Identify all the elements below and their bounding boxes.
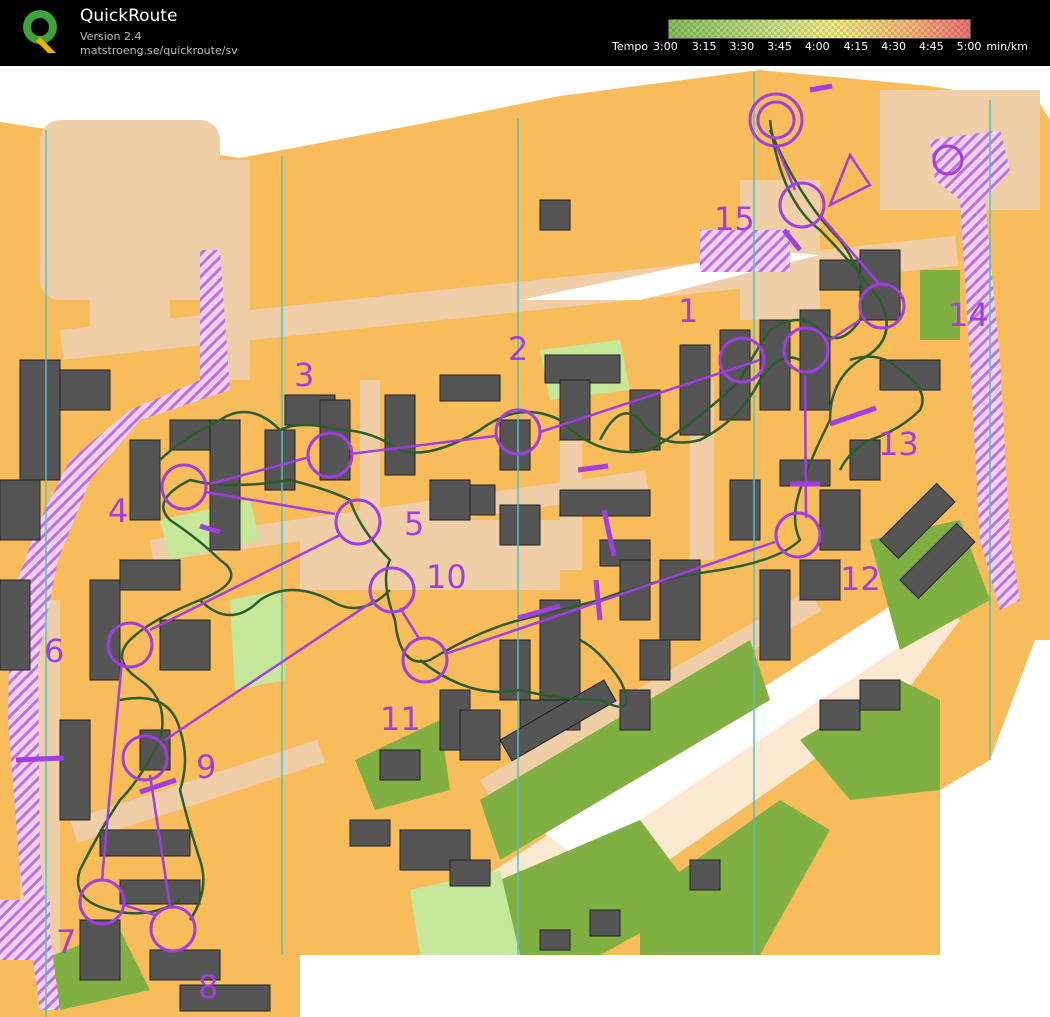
tempo-label: Tempo (612, 40, 649, 53)
control-number-10: 10 (426, 558, 467, 596)
control-number-3: 3 (294, 356, 314, 394)
control-number-5: 5 (404, 505, 424, 543)
tempo-legend: Tempo 3:00 3:15 3:30 3:45 4:00 4:15 4:30 4:45 5:0… (612, 40, 1028, 53)
tempo-tick: 4:15 (843, 40, 869, 53)
tempo-tick: 3:30 (729, 40, 755, 53)
control-number-11: 11 (380, 700, 421, 738)
control-number-8: 8 (198, 968, 218, 1006)
control-number-13: 13 (878, 425, 919, 463)
tempo-tick: 5:00 (956, 40, 982, 53)
tempo-tick: 3:15 (691, 40, 717, 53)
orienteering-map[interactable]: 1 2 3 4 5 6 7 8 9 10 11 12 13 14 15 (0, 66, 1050, 1017)
control-number-7: 7 (56, 923, 76, 961)
control-number-4: 4 (108, 492, 128, 530)
tempo-tick: 3:45 (767, 40, 792, 53)
tempo-tick: 3:00 (653, 40, 678, 53)
tempo-tick: 4:30 (881, 40, 906, 53)
app-title: QuickRoute (80, 6, 178, 26)
control-number-1: 1 (678, 292, 698, 330)
tempo-unit: min/km (986, 40, 1028, 53)
app-url: matstroeng.se/quickroute/sv (80, 44, 238, 57)
tempo-tick: 4:00 (804, 40, 830, 53)
control-number-15: 15 (714, 200, 755, 238)
app-header: QuickRoute Version 2.4 matstroeng.se/qui… (0, 0, 1050, 66)
tempo-color-scale (668, 19, 971, 39)
control-number-12: 12 (840, 560, 881, 598)
control-number-14: 14 (948, 296, 989, 334)
control-number-6: 6 (44, 632, 64, 670)
quickroute-logo-icon (23, 10, 57, 53)
tempo-tick: 4:45 (918, 40, 944, 53)
control-number-9: 9 (196, 748, 216, 786)
app-version: Version 2.4 (80, 30, 142, 43)
control-number-2: 2 (508, 330, 528, 368)
